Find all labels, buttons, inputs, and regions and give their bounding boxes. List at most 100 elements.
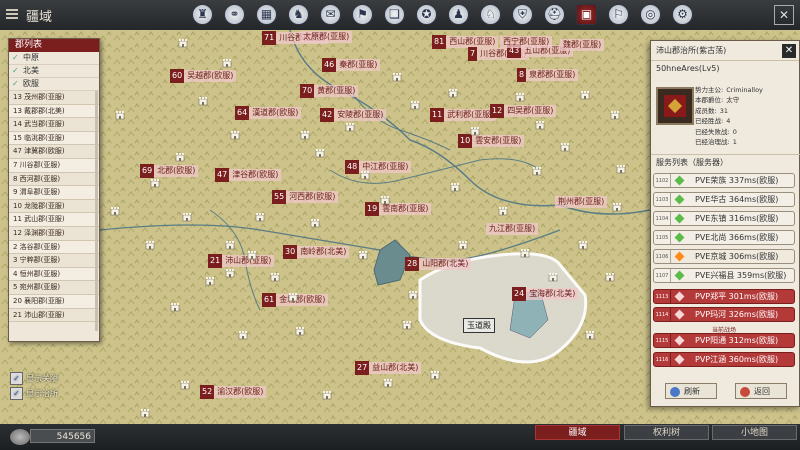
- county-filter[interactable]: 中原: [9, 52, 99, 65]
- close-button[interactable]: ✕: [774, 5, 794, 25]
- county-marker[interactable]: 55 河西郡(欧服): [272, 190, 339, 204]
- server-row[interactable]: 1113 PVP郑平 301ms(欧服): [653, 289, 795, 304]
- fort-icon[interactable]: [448, 88, 458, 98]
- fort-icon[interactable]: [392, 72, 402, 82]
- toggle-show-passes[interactable]: 显示关隘: [10, 372, 58, 385]
- fort-icon[interactable]: [110, 206, 120, 216]
- county-list-item[interactable]: 11 武山郡(亚服): [9, 213, 99, 227]
- book-icon[interactable]: ❏: [384, 4, 405, 25]
- banner-icon[interactable]: ⚑: [352, 4, 373, 25]
- fort-icon[interactable]: [198, 96, 208, 106]
- refresh-button[interactable]: 刷新: [665, 383, 717, 399]
- county-marker[interactable]: 48 中江郡(亚服): [345, 160, 412, 174]
- county-marker[interactable]: 12 四吴郡(亚服): [490, 104, 557, 118]
- tab-minimap[interactable]: 小地图: [712, 425, 797, 440]
- fort-icon[interactable]: [402, 320, 412, 330]
- county-marker[interactable]: 魏郡(亚服): [560, 38, 605, 52]
- county-marker[interactable]: 52 渝汉郡(欧服): [200, 385, 267, 399]
- county-list-item[interactable]: 13 茂州郡(亚服): [9, 91, 99, 105]
- detail-close-button[interactable]: ✕: [782, 44, 796, 58]
- fort-icon[interactable]: [295, 326, 305, 336]
- compass-icon[interactable]: ✪: [416, 4, 437, 25]
- fort-icon[interactable]: [150, 178, 160, 188]
- fort-icon[interactable]: [612, 202, 622, 212]
- fort-icon[interactable]: [178, 38, 188, 48]
- gear-icon[interactable]: ⚙: [672, 4, 693, 25]
- county-marker[interactable]: 西宁郡(亚服): [500, 35, 553, 49]
- server-row[interactable]: 1103 PVE华古 364ms(欧服): [653, 192, 795, 207]
- fort-icon[interactable]: [410, 100, 420, 110]
- county-marker[interactable]: 太原郡(亚服): [300, 30, 353, 44]
- chess-icon[interactable]: ♟: [448, 4, 469, 25]
- fort-icon[interactable]: [383, 378, 393, 388]
- county-list-scrollbar[interactable]: [95, 91, 98, 331]
- server-row[interactable]: 1102 PVE荣族 337ms(欧服): [653, 173, 795, 188]
- fort-icon[interactable]: [578, 240, 588, 250]
- fort-icon[interactable]: [430, 370, 440, 380]
- helmet-icon[interactable]: ⛑: [544, 4, 565, 25]
- rider-icon[interactable]: ♘: [480, 4, 501, 25]
- county-marker[interactable]: 19 雲南郡(亚服): [365, 202, 432, 216]
- fort-icon[interactable]: [616, 164, 626, 174]
- fort-icon[interactable]: [180, 380, 190, 390]
- fort-icon[interactable]: [450, 182, 460, 192]
- fort-icon[interactable]: [610, 110, 620, 120]
- county-list-item[interactable]: 7 川谷郡(亚服): [9, 158, 99, 173]
- fort-icon[interactable]: [470, 126, 480, 136]
- county-marker[interactable]: 69 北郡(欧服): [140, 164, 199, 178]
- county-list-item[interactable]: 3 宁粹郡(亚服): [9, 254, 99, 268]
- fort-icon[interactable]: [255, 212, 265, 222]
- county-list-item[interactable]: 12 泽渊郡(亚服): [9, 226, 99, 241]
- server-row[interactable]: 1114 PVP玛河 326ms(欧服): [653, 307, 795, 322]
- county-marker[interactable]: 28 山阳郡(北美): [405, 257, 472, 271]
- fort-icon[interactable]: [225, 268, 235, 278]
- fort-icon[interactable]: [288, 292, 298, 302]
- fort-icon[interactable]: [532, 166, 542, 176]
- fort-icon[interactable]: [300, 130, 310, 140]
- fort-icon[interactable]: [322, 390, 332, 400]
- coin-icon[interactable]: ◎: [640, 4, 661, 25]
- back-button[interactable]: 返回: [735, 383, 787, 399]
- fort-icon[interactable]: [310, 218, 320, 228]
- county-marker[interactable]: 九江郡(亚服): [486, 222, 539, 236]
- yudao-palace-label[interactable]: 玉道殿: [463, 318, 495, 333]
- server-row[interactable]: 1107 PVE兴福县 359ms(欧服): [653, 268, 795, 283]
- fort-icon[interactable]: [515, 92, 525, 102]
- county-list-item[interactable]: 4 恒州郡(亚服): [9, 267, 99, 282]
- fort-icon[interactable]: [548, 272, 558, 282]
- network-icon[interactable]: ⚭: [224, 4, 245, 25]
- county-list-item[interactable]: 47 津冀郡(欧服): [9, 145, 99, 159]
- county-list-item[interactable]: 20 襄阳郡(亚服): [9, 294, 99, 309]
- territory-icon[interactable]: ▣: [576, 4, 597, 25]
- county-marker[interactable]: 21 沛山郡(亚服): [208, 254, 275, 268]
- county-list-item[interactable]: 5 宛州郡(亚服): [9, 281, 99, 295]
- flag-icon[interactable]: ⚐: [608, 4, 629, 25]
- county-list-item[interactable]: 2 洛谷郡(亚服): [9, 240, 99, 255]
- fort-icon[interactable]: [360, 170, 370, 180]
- fort-icon[interactable]: [238, 330, 248, 340]
- county-marker[interactable]: 70 黄郡(亚服): [300, 84, 359, 98]
- fort-icon[interactable]: [535, 120, 545, 130]
- server-row[interactable]: 1105 PVE北尚 366ms(欧服): [653, 230, 795, 245]
- fort-icon[interactable]: [115, 110, 125, 120]
- fort-icon[interactable]: [358, 250, 368, 260]
- scroll-icon[interactable]: ✉: [320, 4, 341, 25]
- fort-icon[interactable]: [520, 248, 530, 258]
- fort-icon[interactable]: [580, 90, 590, 100]
- county-marker[interactable]: 8 泉郡郡(亚服): [517, 68, 579, 82]
- fort-icon[interactable]: [585, 330, 595, 340]
- county-list-item[interactable]: 8 西河郡(亚服): [9, 172, 99, 187]
- fort-icon[interactable]: [498, 206, 508, 216]
- fort-icon[interactable]: [182, 212, 192, 222]
- county-list-item[interactable]: 15 临洮郡(亚服): [9, 131, 99, 146]
- county-marker[interactable]: 10 雲安郡(亚服): [458, 134, 525, 148]
- menu-icon[interactable]: [6, 9, 18, 19]
- fort-icon[interactable]: [560, 142, 570, 152]
- fort-icon[interactable]: [247, 250, 257, 260]
- server-row[interactable]: 1104 PVE东镇 316ms(欧服): [653, 211, 795, 226]
- fort-icon[interactable]: [222, 58, 232, 68]
- county-marker[interactable]: 27 益山郡(北美): [355, 361, 422, 375]
- county-marker[interactable]: 46 秦郡(亚服): [322, 58, 381, 72]
- server-row[interactable]: 1115 PVP阳通 312ms(欧服): [653, 333, 795, 348]
- county-marker[interactable]: 42 安陵郡(亚服): [320, 108, 387, 122]
